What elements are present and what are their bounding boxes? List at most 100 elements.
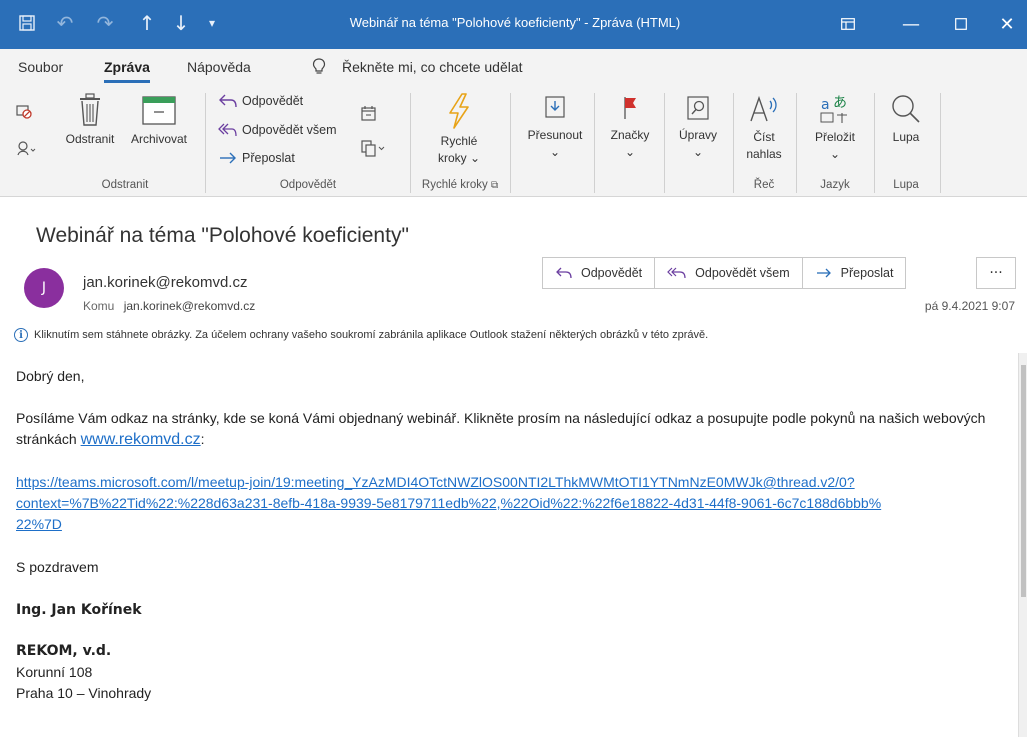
move-button[interactable]: Přesunout ⌄ — [520, 93, 590, 161]
ribbon-separator — [796, 93, 797, 193]
ribbon-display-icon[interactable] — [825, 4, 871, 44]
quick-steps-button[interactable]: Rychlé kroky ⌄ — [420, 93, 498, 167]
svg-text:a: a — [821, 97, 830, 113]
teams-link[interactable]: https://teams.microsoft.com/l/meetup-joi… — [16, 472, 1006, 535]
undo-icon[interactable]: ↶ — [52, 8, 78, 38]
read-aloud-icon — [750, 95, 777, 122]
delete-label: Odstranit — [65, 132, 115, 146]
address-line-1: Korunní 108 — [16, 664, 93, 680]
move-icon — [545, 96, 565, 118]
read-aloud-line2: nahlas — [746, 147, 782, 161]
ribbon-separator — [205, 93, 206, 193]
tags-button[interactable]: Značky ⌄ — [600, 93, 660, 161]
ribbon-separator — [510, 93, 511, 193]
group-label-language: Jazyk — [820, 179, 850, 191]
flag-icon — [624, 97, 636, 119]
redo-icon[interactable]: ↷ — [92, 8, 118, 38]
group-label-delete: Odstranit — [101, 179, 149, 191]
translate-button[interactable]: aあ Přeložit ⌄ — [800, 93, 870, 163]
company-name: REKOM, v.d. — [16, 643, 112, 659]
vertical-scrollbar[interactable] — [1018, 353, 1027, 737]
body-text-end: : — [200, 431, 205, 447]
window-title: Webinář na téma "Polohové koeficienty" -… — [349, 15, 681, 30]
delete-button[interactable]: Odstranit — [60, 93, 120, 148]
meeting-icon[interactable] — [360, 105, 378, 123]
ribbon-separator — [733, 93, 734, 193]
read-aloud-button[interactable]: Číst nahlas — [736, 93, 792, 163]
menu-message[interactable]: Zpráva — [104, 59, 150, 83]
download-pictures-bar[interactable]: i Kliknutím sem stáhnete obrázky. Za úče… — [14, 328, 708, 342]
arrow-up-icon[interactable]: ↑ — [134, 8, 160, 38]
scrollbar-thumb[interactable] — [1021, 365, 1026, 597]
recipient-line: Komu jan.korinek@rekomvd.cz — [83, 299, 255, 313]
ribbon-separator — [664, 93, 665, 193]
reply-icon — [219, 94, 237, 108]
lightning-icon — [449, 93, 469, 129]
info-icon: i — [14, 328, 28, 342]
forward-icon — [816, 268, 831, 278]
maximize-button[interactable] — [938, 4, 984, 44]
tags-label: Značky — [610, 128, 650, 142]
svg-text:あ: あ — [833, 95, 847, 111]
forward-button[interactable]: Přeposlat — [803, 258, 906, 288]
menu-bar: Soubor Zpráva Nápověda Řekněte mi, co ch… — [0, 49, 1027, 87]
more-actions-button[interactable]: ··· — [976, 257, 1016, 289]
info-bar-text: Kliknutím sem stáhnete obrázky. Za účele… — [34, 329, 709, 341]
ribbon-forward-button[interactable]: Přeposlat — [218, 150, 295, 166]
translate-icon: aあ — [820, 95, 847, 123]
avatar[interactable]: J — [24, 268, 64, 308]
zoom-button[interactable]: Lupa — [878, 93, 934, 146]
teams-link-line3[interactable]: 22%7D — [16, 516, 62, 532]
quick-steps-line2: kroky — [437, 151, 467, 165]
archive-button[interactable]: Archivovat — [122, 93, 196, 148]
tell-me-input[interactable]: Řekněte mi, co chcete udělat — [342, 59, 523, 75]
forward-icon — [220, 152, 236, 164]
more-respond-icon[interactable] — [360, 139, 386, 157]
move-label: Přesunout — [527, 128, 583, 142]
ribbon-reply-all-button[interactable]: Odpovědět všem — [218, 122, 337, 138]
zoom-label: Lupa — [892, 130, 920, 144]
edit-label: Úpravy — [678, 128, 717, 142]
recipient-address[interactable]: jan.korinek@rekomvd.cz — [124, 299, 256, 313]
to-label: Komu — [83, 299, 115, 313]
read-aloud-line1: Číst — [753, 130, 775, 144]
reply-all-button[interactable]: Odpovědět všem — [655, 258, 803, 288]
dialog-launcher-icon[interactable]: ⧉ — [491, 180, 498, 191]
save-icon[interactable] — [14, 8, 40, 38]
reply-button[interactable]: Odpovědět — [543, 258, 656, 288]
ribbon-separator — [594, 93, 595, 193]
ignore-icon[interactable] — [16, 103, 32, 119]
archive-label: Archivovat — [130, 132, 188, 146]
reply-all-icon — [218, 123, 237, 137]
sender-address[interactable]: jan.korinek@rekomvd.cz — [83, 274, 247, 291]
cleanup-icon[interactable] — [16, 139, 36, 157]
body-paragraph: Posíláme Vám odkaz na stránky, kde se ko… — [16, 408, 1006, 450]
minimize-button[interactable]: — — [888, 4, 934, 44]
address-line-2: Praha 10 – Vinohrady — [16, 685, 152, 701]
edit-button[interactable]: Úpravy ⌄ — [668, 93, 728, 161]
ribbon-reply-button[interactable]: Odpovědět — [218, 93, 303, 109]
menu-file[interactable]: Soubor — [18, 59, 63, 75]
group-label-respond: Odpovědět — [279, 179, 337, 191]
quick-steps-group-label: Rychlé kroky — [421, 179, 488, 191]
teams-link-line1[interactable]: https://teams.microsoft.com/l/meetup-joi… — [16, 474, 855, 490]
group-label-speech: Řeč — [753, 179, 775, 191]
customize-icon[interactable]: ▾ — [200, 8, 224, 38]
menu-help[interactable]: Nápověda — [187, 59, 251, 75]
reply-all-label: Odpovědět všem — [695, 266, 790, 280]
search-icon — [687, 96, 709, 120]
website-link[interactable]: www.rekomvd.cz — [81, 431, 201, 448]
teams-link-line2[interactable]: context=%7B%22Tid%22:%228d63a231-8efb-41… — [16, 495, 881, 511]
group-label-zoom: Lupa — [893, 179, 919, 191]
title-bar: ↶ ↷ ↑ ↓ ▾ Webinář na téma "Polohové koef… — [0, 0, 1027, 49]
reply-icon — [556, 267, 572, 279]
lightbulb-icon — [312, 58, 326, 79]
ribbon-separator — [874, 93, 875, 193]
arrow-down-icon[interactable]: ↓ — [168, 8, 194, 38]
translate-label: Přeložit — [814, 130, 855, 144]
greeting: Dobrý den, — [16, 368, 85, 384]
close-button[interactable]: ✕ — [984, 4, 1027, 44]
reply-label: Odpovědět — [581, 266, 643, 280]
forward-label: Přeposlat — [840, 266, 894, 280]
ribbon-reply-label: Odpovědět — [242, 94, 304, 108]
